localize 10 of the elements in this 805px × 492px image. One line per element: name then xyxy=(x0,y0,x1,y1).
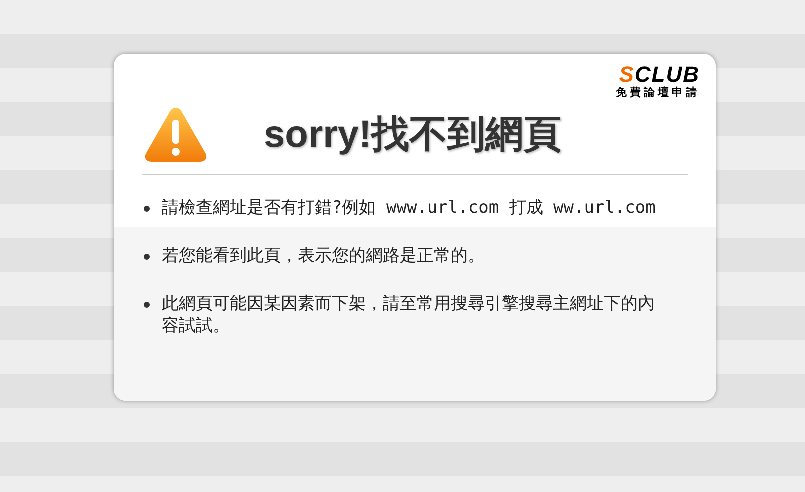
logo-tagline: 免費論壇申請 xyxy=(616,86,700,100)
logo-brand: SCLUB xyxy=(619,64,700,86)
tip-text: 請檢查網址是否有打錯?例如 www.url.com 打成 ww.url.com xyxy=(162,197,656,219)
tip-text: 此網頁可能因某因素而下架，請至常用搜尋引擎搜尋主網址下的內容試試。 xyxy=(162,293,656,337)
bullet-icon xyxy=(144,206,150,212)
tip-text: 若您能看到此頁，表示您的網路是正常的。 xyxy=(162,245,485,267)
page-heading: sorry!找不到網頁 xyxy=(264,112,562,158)
bullet-icon xyxy=(144,302,150,308)
warning-icon xyxy=(144,106,208,164)
bullet-icon xyxy=(144,254,150,260)
